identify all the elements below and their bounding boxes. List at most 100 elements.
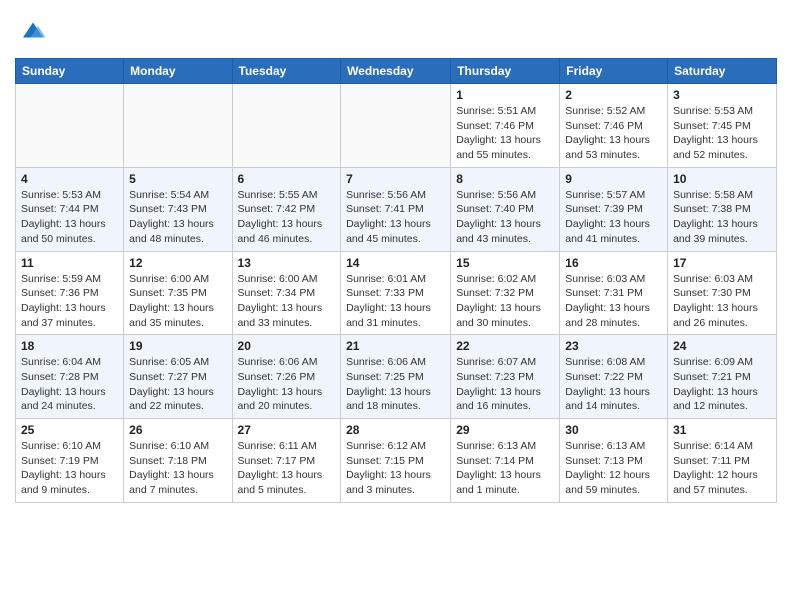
- day-number: 9: [565, 172, 662, 186]
- calendar-day-cell: 29Sunrise: 6:13 AMSunset: 7:14 PMDayligh…: [451, 419, 560, 503]
- calendar-day-cell: 17 Sunrise: 6:03 AMSunset: 7:30 PMDayligh…: [668, 251, 777, 335]
- day-number: 30: [565, 423, 662, 437]
- day-number: 12: [129, 256, 226, 270]
- calendar-week-row: 1Sunrise: 5:51 AMSunset: 7:46 PMDaylight…: [16, 84, 777, 168]
- day-info: Sunrise: 5:58 AMSunset: 7:38 PMDaylight:…: [673, 188, 771, 247]
- calendar-day-cell: 7 Sunrise: 5:56 AMSunset: 7:41 PMDaylight…: [341, 167, 451, 251]
- day-info: Sunrise: 6:06 AMSunset: 7:26 PMDaylight:…: [238, 355, 336, 414]
- day-info: Sunrise: 6:02 AMSunset: 7:32 PMDaylight:…: [456, 272, 554, 331]
- day-number: 28: [346, 423, 445, 437]
- calendar-day-cell: 13 Sunrise: 6:00 AMSunset: 7:34 PMDayligh…: [232, 251, 341, 335]
- day-number: 3: [673, 88, 771, 102]
- calendar-header-row: SundayMondayTuesdayWednesdayThursdayFrid…: [16, 59, 777, 84]
- calendar-day-cell: 27 Sunrise: 6:11 AMSunset: 7:17 PMDayligh…: [232, 419, 341, 503]
- day-number: 14: [346, 256, 445, 270]
- day-info: Sunrise: 6:13 AMSunset: 7:13 PMDaylight:…: [565, 439, 662, 498]
- calendar-day-cell: 4Sunrise: 5:53 AMSunset: 7:44 PMDaylight…: [16, 167, 124, 251]
- calendar-day-cell: 12 Sunrise: 6:00 AMSunset: 7:35 PMDayligh…: [124, 251, 232, 335]
- page-header: [15, 10, 777, 50]
- day-info: Sunrise: 6:08 AMSunset: 7:22 PMDaylight:…: [565, 355, 662, 414]
- day-number: 4: [21, 172, 118, 186]
- day-number: 15: [456, 256, 554, 270]
- calendar-day-cell: 22 Sunrise: 6:07 AMSunset: 7:23 PMDayligh…: [451, 335, 560, 419]
- calendar-day-cell: 28 Sunrise: 6:12 AMSunset: 7:15 PMDayligh…: [341, 419, 451, 503]
- day-info: Sunrise: 5:55 AMSunset: 7:42 PMDaylight:…: [238, 188, 336, 247]
- day-number: 10: [673, 172, 771, 186]
- weekday-header-wednesday: Wednesday: [341, 59, 451, 84]
- day-number: 11: [21, 256, 118, 270]
- calendar-day-cell: 25Sunrise: 6:10 AMSunset: 7:19 PMDayligh…: [16, 419, 124, 503]
- day-info: Sunrise: 6:06 AMSunset: 7:25 PMDaylight:…: [346, 355, 445, 414]
- day-number: 16: [565, 256, 662, 270]
- day-info: Sunrise: 6:05 AMSunset: 7:27 PMDaylight:…: [129, 355, 226, 414]
- calendar-day-cell: 3 Sunrise: 5:53 AMSunset: 7:45 PMDaylight…: [668, 84, 777, 168]
- day-number: 21: [346, 339, 445, 353]
- day-info: Sunrise: 6:00 AMSunset: 7:34 PMDaylight:…: [238, 272, 336, 331]
- calendar-day-cell: 18 Sunrise: 6:04 AMSunset: 7:28 PMDayligh…: [16, 335, 124, 419]
- day-number: 22: [456, 339, 554, 353]
- day-info: Sunrise: 6:00 AMSunset: 7:35 PMDaylight:…: [129, 272, 226, 331]
- day-number: 20: [238, 339, 336, 353]
- calendar-day-cell: 2 Sunrise: 5:52 AMSunset: 7:46 PMDaylight…: [560, 84, 668, 168]
- day-info: Sunrise: 6:04 AMSunset: 7:28 PMDaylight:…: [21, 355, 118, 414]
- day-info: Sunrise: 6:03 AMSunset: 7:30 PMDaylight:…: [673, 272, 771, 331]
- day-info: Sunrise: 5:51 AMSunset: 7:46 PMDaylight:…: [456, 104, 554, 163]
- day-number: 2: [565, 88, 662, 102]
- calendar-day-cell: 26Sunrise: 6:10 AMSunset: 7:18 PMDayligh…: [124, 419, 232, 503]
- logo: [15, 15, 48, 50]
- calendar-day-cell: [232, 84, 341, 168]
- day-info: Sunrise: 5:56 AMSunset: 7:41 PMDaylight:…: [346, 188, 445, 247]
- day-info: Sunrise: 5:57 AMSunset: 7:39 PMDaylight:…: [565, 188, 662, 247]
- calendar-day-cell: 31Sunrise: 6:14 AMSunset: 7:11 PMDayligh…: [668, 419, 777, 503]
- day-info: Sunrise: 5:59 AMSunset: 7:36 PMDaylight:…: [21, 272, 118, 331]
- calendar-day-cell: 1Sunrise: 5:51 AMSunset: 7:46 PMDaylight…: [451, 84, 560, 168]
- day-number: 8: [456, 172, 554, 186]
- day-number: 6: [238, 172, 336, 186]
- calendar-day-cell: 21 Sunrise: 6:06 AMSunset: 7:25 PMDayligh…: [341, 335, 451, 419]
- calendar-day-cell: 19 Sunrise: 6:05 AMSunset: 7:27 PMDayligh…: [124, 335, 232, 419]
- weekday-header-thursday: Thursday: [451, 59, 560, 84]
- calendar-day-cell: [341, 84, 451, 168]
- day-number: 17: [673, 256, 771, 270]
- day-number: 18: [21, 339, 118, 353]
- calendar-day-cell: 8 Sunrise: 5:56 AMSunset: 7:40 PMDaylight…: [451, 167, 560, 251]
- day-info: Sunrise: 6:11 AMSunset: 7:17 PMDaylight:…: [238, 439, 336, 498]
- calendar-day-cell: 23 Sunrise: 6:08 AMSunset: 7:22 PMDayligh…: [560, 335, 668, 419]
- day-number: 23: [565, 339, 662, 353]
- calendar-week-row: 4Sunrise: 5:53 AMSunset: 7:44 PMDaylight…: [16, 167, 777, 251]
- day-info: Sunrise: 5:54 AMSunset: 7:43 PMDaylight:…: [129, 188, 226, 247]
- calendar-day-cell: 20 Sunrise: 6:06 AMSunset: 7:26 PMDayligh…: [232, 335, 341, 419]
- day-number: 29: [456, 423, 554, 437]
- day-number: 31: [673, 423, 771, 437]
- calendar-day-cell: 30 Sunrise: 6:13 AMSunset: 7:13 PMDayligh…: [560, 419, 668, 503]
- calendar-day-cell: [124, 84, 232, 168]
- calendar-day-cell: 24 Sunrise: 6:09 AMSunset: 7:21 PMDayligh…: [668, 335, 777, 419]
- day-info: Sunrise: 5:52 AMSunset: 7:46 PMDaylight:…: [565, 104, 662, 163]
- day-number: 26: [129, 423, 226, 437]
- day-number: 27: [238, 423, 336, 437]
- day-info: Sunrise: 6:03 AMSunset: 7:31 PMDaylight:…: [565, 272, 662, 331]
- calendar-day-cell: 11 Sunrise: 5:59 AMSunset: 7:36 PMDayligh…: [16, 251, 124, 335]
- logo-icon: [18, 15, 48, 45]
- day-number: 5: [129, 172, 226, 186]
- weekday-header-saturday: Saturday: [668, 59, 777, 84]
- day-number: 7: [346, 172, 445, 186]
- day-info: Sunrise: 6:12 AMSunset: 7:15 PMDaylight:…: [346, 439, 445, 498]
- weekday-header-sunday: Sunday: [16, 59, 124, 84]
- weekday-header-tuesday: Tuesday: [232, 59, 341, 84]
- day-info: Sunrise: 6:07 AMSunset: 7:23 PMDaylight:…: [456, 355, 554, 414]
- calendar-day-cell: [16, 84, 124, 168]
- day-number: 19: [129, 339, 226, 353]
- day-number: 24: [673, 339, 771, 353]
- day-info: Sunrise: 6:09 AMSunset: 7:21 PMDaylight:…: [673, 355, 771, 414]
- weekday-header-monday: Monday: [124, 59, 232, 84]
- calendar-day-cell: 6 Sunrise: 5:55 AMSunset: 7:42 PMDaylight…: [232, 167, 341, 251]
- calendar-day-cell: 14Sunrise: 6:01 AMSunset: 7:33 PMDayligh…: [341, 251, 451, 335]
- calendar-week-row: 11 Sunrise: 5:59 AMSunset: 7:36 PMDayligh…: [16, 251, 777, 335]
- day-info: Sunrise: 5:53 AMSunset: 7:45 PMDaylight:…: [673, 104, 771, 163]
- calendar-table: SundayMondayTuesdayWednesdayThursdayFrid…: [15, 58, 777, 503]
- calendar-day-cell: 10 Sunrise: 5:58 AMSunset: 7:38 PMDayligh…: [668, 167, 777, 251]
- day-number: 13: [238, 256, 336, 270]
- weekday-header-friday: Friday: [560, 59, 668, 84]
- day-info: Sunrise: 5:56 AMSunset: 7:40 PMDaylight:…: [456, 188, 554, 247]
